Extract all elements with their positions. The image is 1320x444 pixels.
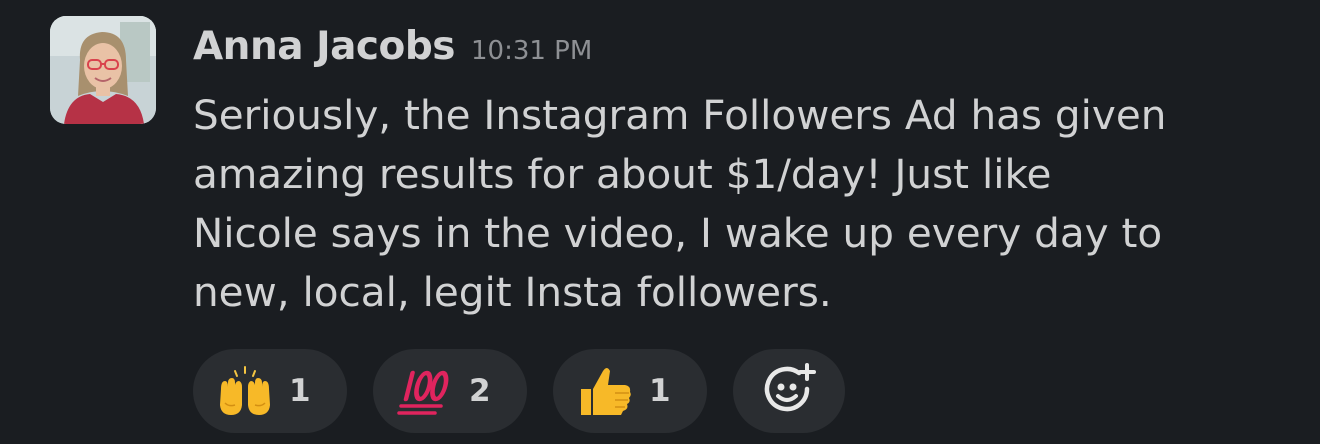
message-line: new, local, legit Insta followers. <box>193 268 832 316</box>
raised-hands-icon <box>215 363 275 419</box>
reaction-bar: 1 2 1 <box>193 349 845 433</box>
message-line: Nicole says in the video, I wake up ever… <box>193 209 1163 257</box>
reaction-raised-hands[interactable]: 1 <box>193 349 347 433</box>
message-line: amazing results for about $1/day! Just l… <box>193 150 1052 198</box>
message: Anna Jacobs 10:31 PM Seriously, the Inst… <box>0 0 1320 444</box>
reaction-hundred-points[interactable]: 2 <box>373 349 527 433</box>
message-header: Anna Jacobs 10:31 PM <box>193 24 592 76</box>
thumbs-up-icon <box>575 363 635 419</box>
hundred-points-icon <box>395 363 455 419</box>
message-line: Seriously, the Instagram Followers Ad ha… <box>193 91 1167 139</box>
add-reaction-icon <box>759 361 819 422</box>
reaction-count: 1 <box>289 373 311 409</box>
reaction-thumbs-up[interactable]: 1 <box>553 349 707 433</box>
author-name[interactable]: Anna Jacobs <box>193 24 455 69</box>
add-reaction-button[interactable] <box>733 349 845 433</box>
message-body: Seriously, the Instagram Followers Ad ha… <box>193 86 1303 322</box>
reaction-count: 2 <box>469 373 491 409</box>
avatar[interactable] <box>50 16 156 124</box>
message-timestamp[interactable]: 10:31 PM <box>471 36 592 66</box>
reaction-count: 1 <box>649 373 671 409</box>
